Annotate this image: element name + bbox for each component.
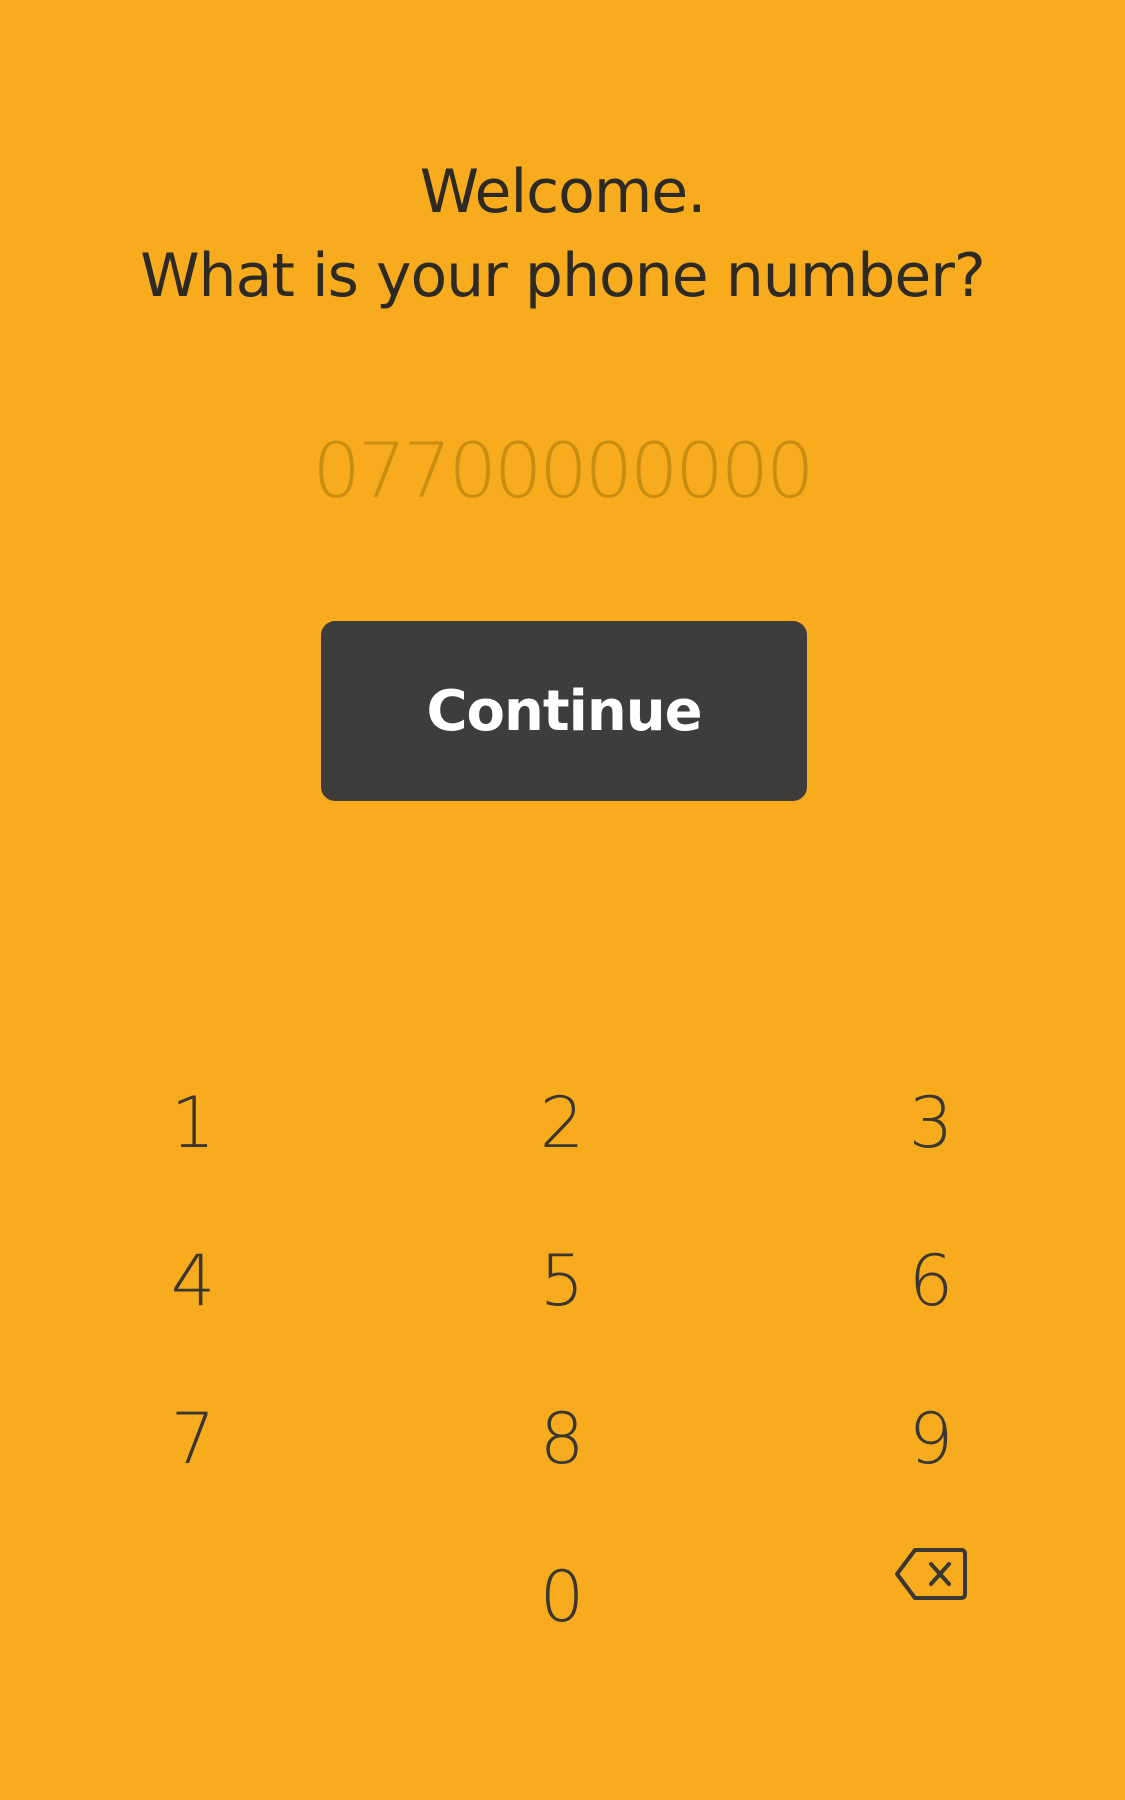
keypad-key-6[interactable]: 6: [831, 1216, 1031, 1346]
welcome-heading: Welcome. What is your phone number?: [0, 150, 1125, 318]
welcome-line: Welcome.: [419, 157, 707, 227]
keypad-key-3[interactable]: 3: [831, 1058, 1031, 1188]
backspace-icon: [895, 1546, 967, 1602]
keypad-key-8[interactable]: 8: [462, 1374, 662, 1504]
keypad-key-5[interactable]: 5: [462, 1216, 662, 1346]
phone-number-input[interactable]: [262, 420, 862, 520]
keypad-key-0[interactable]: 0: [462, 1532, 662, 1662]
keypad-key-9[interactable]: 9: [831, 1374, 1031, 1504]
phone-login-screen: Welcome. What is your phone number? Cont…: [0, 0, 1125, 1800]
keypad-key-4[interactable]: 4: [93, 1216, 293, 1346]
keypad-key-1[interactable]: 1: [93, 1058, 293, 1188]
keypad-key-2[interactable]: 2: [462, 1058, 662, 1188]
continue-button[interactable]: Continue: [321, 621, 807, 801]
keypad-key-7[interactable]: 7: [93, 1374, 293, 1504]
phone-question-line: What is your phone number?: [140, 241, 986, 311]
backspace-button[interactable]: [831, 1532, 1031, 1662]
